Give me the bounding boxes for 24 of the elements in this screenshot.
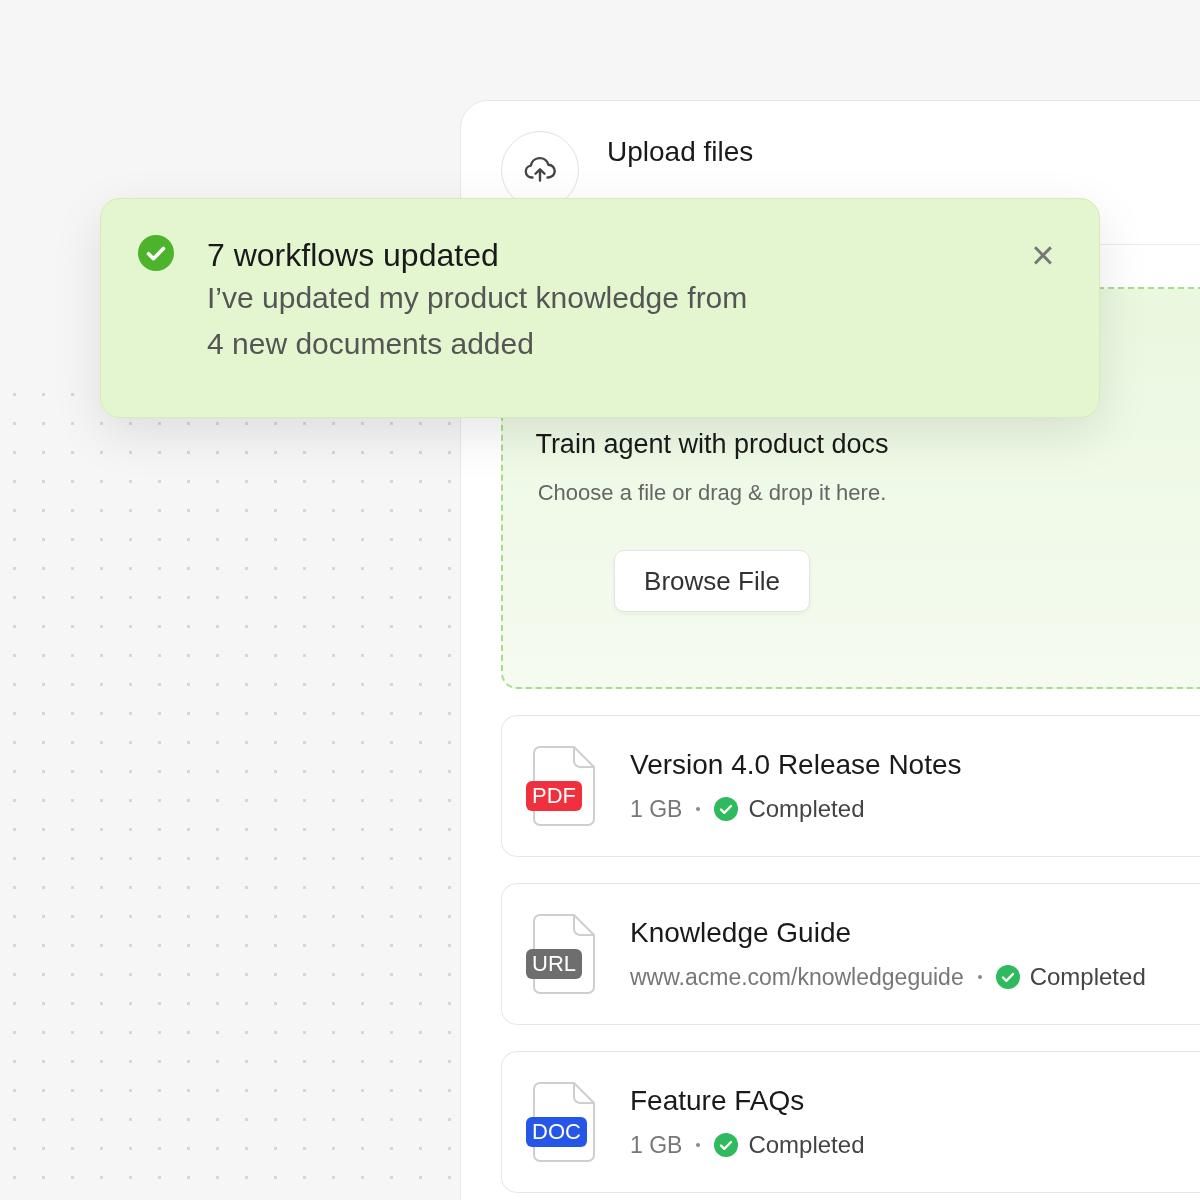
dropzone-hint: Choose a file or drag & drop it here. (537, 480, 887, 506)
success-check-icon (138, 235, 174, 271)
browse-file-button[interactable]: Browse File (614, 550, 810, 612)
file-type-badge: URL (526, 949, 582, 979)
file-detail: www.acme.com/knowledgeguide (630, 963, 964, 991)
file-type-badge: DOC (526, 1117, 587, 1147)
file-name: Knowledge Guide (630, 917, 853, 949)
file-detail: 1 GB (630, 1131, 683, 1159)
check-circle-icon (995, 965, 1020, 989)
file-status: Completed (1029, 963, 1146, 991)
check-circle-icon (714, 1133, 739, 1157)
check-circle-icon (714, 797, 739, 821)
file-name: Version 4.0 Release Notes (630, 749, 962, 781)
file-name: Feature FAQs (630, 1085, 806, 1117)
separator-dot (977, 975, 982, 979)
dropzone-title: Train agent with product docs (535, 429, 889, 460)
toast-title: 7 workflows updated (207, 236, 500, 275)
file-detail: 1 GB (630, 795, 683, 823)
file-status: Completed (748, 795, 865, 823)
panel-title: Upload files (607, 136, 754, 168)
file-status: Completed (748, 1131, 865, 1159)
separator-dot (696, 807, 701, 811)
separator-dot (696, 1143, 701, 1147)
file-type-badge: PDF (526, 781, 582, 811)
